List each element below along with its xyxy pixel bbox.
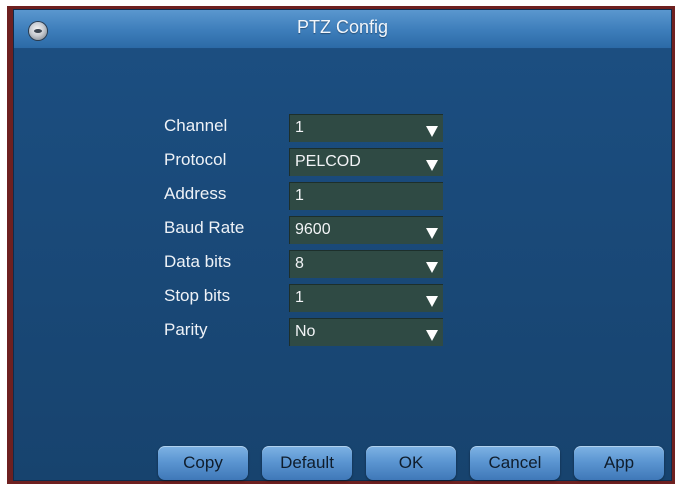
dropdown-arrow-icon[interactable] <box>426 330 438 341</box>
dropdown-arrow-icon[interactable] <box>426 126 438 137</box>
dropdown-arrow-icon[interactable] <box>426 296 438 307</box>
dropdown-arrow-icon[interactable] <box>426 262 438 273</box>
parity-label: Parity <box>164 320 208 339</box>
title-bar: PTZ Config <box>14 10 671 49</box>
stop-bits-value: 1 <box>295 289 304 306</box>
protocol-value: PELCOD <box>295 153 361 170</box>
parity-select[interactable]: No <box>289 318 443 346</box>
data-bits-label: Data bits <box>164 252 232 271</box>
dropdown-arrow-icon[interactable] <box>426 228 438 239</box>
cancel-button[interactable]: Cancel <box>470 446 560 480</box>
baud-rate-row: Baud Rate 9600 <box>164 216 464 244</box>
channel-select[interactable]: 1 <box>289 114 443 142</box>
channel-label: Channel <box>164 116 228 135</box>
ptz-config-dialog: PTZ Config Channel 1 Protocol PELCOD Add… <box>13 9 672 481</box>
parity-row: Parity No <box>164 318 464 346</box>
protocol-row: Protocol PELCOD <box>164 148 464 176</box>
apply-button[interactable]: App <box>574 446 664 480</box>
address-label: Address <box>164 184 227 203</box>
data-bits-row: Data bits 8 <box>164 250 464 278</box>
baud-rate-value: 9600 <box>295 221 331 238</box>
data-bits-value: 8 <box>295 255 304 272</box>
channel-value: 1 <box>295 119 304 136</box>
protocol-select[interactable]: PELCOD <box>289 148 443 176</box>
stop-bits-select[interactable]: 1 <box>289 284 443 312</box>
dialog-title: PTZ Config <box>296 17 389 37</box>
copy-button[interactable]: Copy <box>158 446 248 480</box>
dropdown-arrow-icon[interactable] <box>426 160 438 171</box>
baud-rate-label: Baud Rate <box>164 218 245 237</box>
address-input[interactable]: 1 <box>289 182 443 210</box>
stop-bits-label: Stop bits <box>164 286 231 305</box>
address-row: Address 1 <box>164 182 464 210</box>
data-bits-select[interactable]: 8 <box>289 250 443 278</box>
channel-row: Channel 1 <box>164 114 464 142</box>
parity-value: No <box>295 323 316 340</box>
screen-frame: PTZ Config Channel 1 Protocol PELCOD Add… <box>0 0 681 490</box>
baud-rate-select[interactable]: 9600 <box>289 216 443 244</box>
address-value: 1 <box>295 187 304 204</box>
stop-bits-row: Stop bits 1 <box>164 284 464 312</box>
ok-button[interactable]: OK <box>366 446 456 480</box>
default-button[interactable]: Default <box>262 446 352 480</box>
protocol-label: Protocol <box>164 150 227 169</box>
